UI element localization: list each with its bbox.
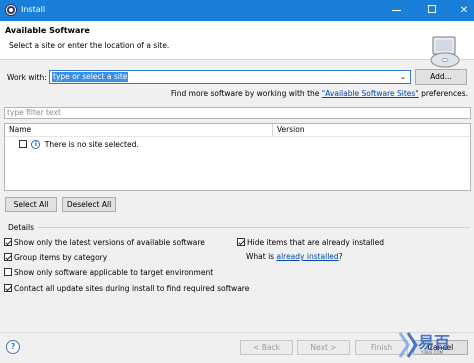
close-button[interactable]: ✕: [452, 0, 474, 21]
minimize-icon: [391, 9, 401, 11]
back-button[interactable]: < Back: [240, 340, 293, 355]
option-label: Group items by category: [14, 252, 108, 262]
column-header-version[interactable]: Version: [273, 124, 470, 136]
work-with-label: Work with:: [7, 73, 47, 82]
more-software-suffix: preferences.: [418, 89, 468, 98]
watermark-logo: 易百 YIIBAI.COM: [398, 328, 474, 363]
watermark-subtext: YIIBAI.COM: [421, 350, 444, 355]
option-group-by-category[interactable]: Group items by category: [4, 252, 107, 262]
next-button[interactable]: Next >: [297, 340, 350, 355]
maximize-icon: [428, 5, 436, 13]
what-is-installed-text: What is already installed?: [246, 252, 343, 261]
table-row[interactable]: i There is no site selected.: [19, 139, 139, 150]
maximize-button[interactable]: [420, 0, 444, 21]
contact-update-sites-checkbox[interactable]: [4, 284, 12, 292]
option-label: Show only software applicable to target …: [14, 267, 214, 277]
option-target-environment[interactable]: Show only software applicable to target …: [4, 267, 213, 277]
already-installed-link[interactable]: already installed: [276, 252, 338, 261]
header-divider: [5, 136, 470, 137]
option-label: Show only the latest versions of availab…: [14, 237, 205, 247]
group-by-category-checkbox[interactable]: [4, 253, 12, 261]
install-disc-icon: [430, 36, 460, 68]
filter-input[interactable]: type filter text: [4, 107, 471, 119]
details-divider: [38, 227, 470, 228]
row-name: There is no site selected.: [44, 139, 139, 149]
page-title: Available Software: [5, 26, 90, 35]
option-label: Contact all update sites during install …: [14, 283, 250, 293]
select-all-button[interactable]: Select All: [5, 197, 57, 212]
latest-versions-checkbox[interactable]: [4, 238, 12, 246]
column-header-name[interactable]: Name: [5, 124, 273, 136]
row-checkbox[interactable]: [19, 140, 27, 148]
work-with-value: type or select a site: [52, 72, 129, 82]
yiibai-logo-icon: [398, 332, 418, 358]
window-title: Install: [21, 5, 46, 14]
software-table: Name Version i There is no site selected…: [4, 123, 471, 191]
more-software-text: Find more software by working with the "…: [171, 89, 468, 98]
more-software-prefix: Find more software by working with the: [170, 89, 322, 98]
help-button[interactable]: ?: [6, 340, 20, 354]
option-hide-installed[interactable]: Hide items that are already installed: [237, 237, 384, 247]
close-icon: ✕: [459, 5, 469, 16]
what-is-suffix: ?: [338, 252, 343, 261]
page-description: Select a site or enter the location of a…: [9, 41, 170, 50]
work-with-combo[interactable]: type or select a site ⌄: [49, 70, 411, 84]
deselect-all-button[interactable]: Deselect All: [62, 197, 116, 212]
add-site-button[interactable]: Add...: [415, 69, 467, 85]
what-is-prefix: What is: [246, 252, 277, 261]
title-bar: Install ✕: [0, 0, 474, 21]
details-group-label: Details: [8, 223, 35, 232]
minimize-button[interactable]: [384, 0, 408, 21]
chevron-down-icon[interactable]: ⌄: [398, 72, 408, 82]
available-software-sites-link[interactable]: "Available Software Sites": [322, 89, 419, 98]
eclipse-icon: [5, 4, 17, 16]
option-contact-update-sites[interactable]: Contact all update sites during install …: [4, 283, 249, 293]
info-icon: i: [31, 139, 41, 149]
hide-installed-checkbox[interactable]: [237, 238, 245, 246]
option-label: Hide items that are already installed: [247, 237, 385, 247]
target-environment-checkbox[interactable]: [4, 268, 12, 276]
wizard-banner: Available Software Select a site or ente…: [0, 21, 474, 68]
option-latest-versions[interactable]: Show only the latest versions of availab…: [4, 237, 205, 247]
